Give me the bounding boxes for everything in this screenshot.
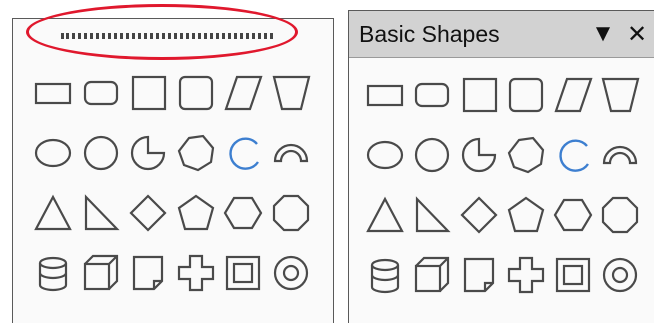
right-triangle-icon[interactable] xyxy=(79,191,123,235)
rounded-square-icon[interactable] xyxy=(174,71,218,115)
ellipse-icon[interactable] xyxy=(31,131,75,175)
isosceles-triangle-icon[interactable] xyxy=(31,191,75,235)
cross-icon[interactable] xyxy=(504,253,548,297)
folded-corner-icon[interactable] xyxy=(457,253,501,297)
diamond-icon[interactable] xyxy=(126,191,170,235)
trapezoid-icon[interactable] xyxy=(269,71,313,115)
hexagon-icon[interactable] xyxy=(551,193,595,237)
cube-icon[interactable] xyxy=(79,251,123,295)
folded-corner-icon[interactable] xyxy=(126,251,170,295)
circle-icon[interactable] xyxy=(410,133,454,177)
dropdown-arrow-icon[interactable]: ▼ xyxy=(586,20,620,48)
block-arc-icon[interactable] xyxy=(598,133,642,177)
pentagon-icon[interactable] xyxy=(174,191,218,235)
block-arc-octagon-icon[interactable] xyxy=(174,131,218,175)
cylinder-icon[interactable] xyxy=(31,251,75,295)
basic-shapes-toolbar-floating xyxy=(12,18,334,323)
parallelogram-icon[interactable] xyxy=(551,73,595,117)
block-arc-octagon-icon[interactable] xyxy=(504,133,548,177)
cross-icon[interactable] xyxy=(174,251,218,295)
toolbar-title: Basic Shapes xyxy=(359,20,500,47)
circle-icon[interactable] xyxy=(79,131,123,175)
ring-icon[interactable] xyxy=(269,251,313,295)
rounded-rectangle-icon[interactable] xyxy=(79,71,123,115)
rectangle-icon[interactable] xyxy=(31,71,75,115)
frame-icon[interactable] xyxy=(221,251,265,295)
circle-pie-icon[interactable] xyxy=(126,131,170,175)
pentagon-icon[interactable] xyxy=(504,193,548,237)
ring-icon[interactable] xyxy=(598,253,642,297)
right-triangle-icon[interactable] xyxy=(410,193,454,237)
frame-icon[interactable] xyxy=(551,253,595,297)
block-arc-icon[interactable] xyxy=(269,131,313,175)
arc-icon[interactable] xyxy=(221,131,265,175)
rounded-square-icon[interactable] xyxy=(504,73,548,117)
toolbar-titlebar[interactable]: Basic Shapes ▼ ✕ xyxy=(349,11,654,58)
square-icon[interactable] xyxy=(457,73,501,117)
highlight-ellipse xyxy=(26,4,298,60)
arc-icon[interactable] xyxy=(551,133,595,177)
parallelogram-icon[interactable] xyxy=(221,71,265,115)
basic-shapes-toolbar-titled: Basic Shapes ▼ ✕ xyxy=(348,10,654,323)
diamond-icon[interactable] xyxy=(457,193,501,237)
octagon-icon[interactable] xyxy=(269,191,313,235)
isosceles-triangle-icon[interactable] xyxy=(363,193,407,237)
ellipse-icon[interactable] xyxy=(363,133,407,177)
rounded-rectangle-icon[interactable] xyxy=(410,73,454,117)
cylinder-icon[interactable] xyxy=(363,253,407,297)
square-icon[interactable] xyxy=(126,71,170,115)
rectangle-icon[interactable] xyxy=(363,73,407,117)
hexagon-icon[interactable] xyxy=(221,191,265,235)
cube-icon[interactable] xyxy=(410,253,454,297)
trapezoid-icon[interactable] xyxy=(598,73,642,117)
circle-pie-icon[interactable] xyxy=(457,133,501,177)
octagon-icon[interactable] xyxy=(598,193,642,237)
close-icon[interactable]: ✕ xyxy=(620,20,654,49)
